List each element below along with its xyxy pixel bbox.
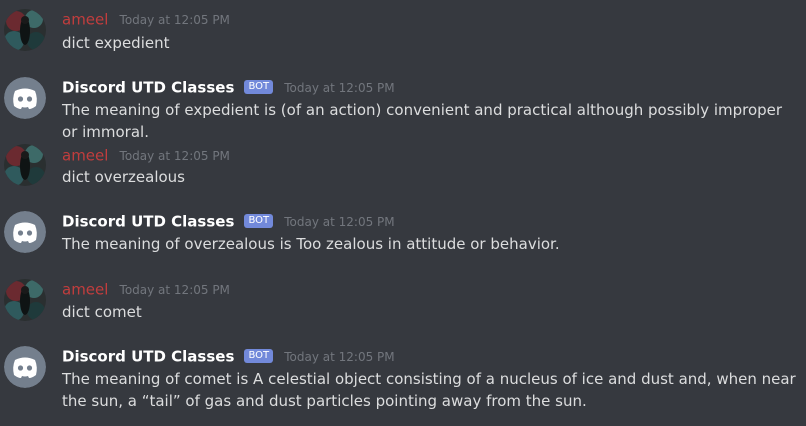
author-name[interactable]: Discord UTD Classes bbox=[62, 348, 234, 366]
chat-messages: ameel Today at 12:05 PM dict expedient D… bbox=[0, 0, 806, 426]
bot-avatar[interactable] bbox=[4, 77, 46, 119]
author-name[interactable]: Discord UTD Classes bbox=[62, 213, 234, 231]
bot-badge: BOT bbox=[244, 348, 274, 363]
user-avatar[interactable] bbox=[4, 144, 46, 186]
author-name[interactable]: ameel bbox=[62, 147, 108, 165]
timestamp: Today at 12:05 PM bbox=[284, 80, 395, 95]
discord-logo-icon bbox=[4, 77, 46, 119]
author-name[interactable]: Discord UTD Classes bbox=[62, 79, 234, 97]
user-avatar-image bbox=[4, 279, 46, 321]
message-header: ameel Today at 12:05 PM bbox=[62, 9, 230, 29]
message-content: dict comet bbox=[62, 303, 142, 321]
timestamp: Today at 12:05 PM bbox=[119, 148, 230, 163]
message-header: Discord UTD Classes BOT Today at 12:05 P… bbox=[62, 346, 395, 366]
user-avatar-image bbox=[4, 9, 46, 51]
bot-badge: BOT bbox=[244, 213, 274, 228]
timestamp: Today at 12:05 PM bbox=[119, 12, 230, 27]
message-content: The meaning of expedient is (of an actio… bbox=[62, 101, 783, 141]
user-avatar[interactable] bbox=[4, 279, 46, 321]
timestamp: Today at 12:05 PM bbox=[284, 349, 395, 364]
message-header: ameel Today at 12:05 PM bbox=[62, 279, 230, 299]
author-name[interactable]: ameel bbox=[62, 11, 108, 29]
message-header: ameel Today at 12:05 PM bbox=[62, 145, 230, 165]
discord-logo-icon bbox=[4, 346, 46, 388]
message-header: Discord UTD Classes BOT Today at 12:05 P… bbox=[62, 211, 395, 231]
message-header: Discord UTD Classes BOT Today at 12:05 P… bbox=[62, 77, 395, 97]
timestamp: Today at 12:05 PM bbox=[284, 214, 395, 229]
author-name[interactable]: ameel bbox=[62, 281, 108, 299]
message-content: dict overzealous bbox=[62, 168, 185, 186]
discord-logo-icon bbox=[4, 211, 46, 253]
timestamp: Today at 12:05 PM bbox=[119, 282, 230, 297]
message-content: The meaning of overzealous is Too zealou… bbox=[62, 235, 560, 253]
bot-avatar[interactable] bbox=[4, 346, 46, 388]
message-content: dict expedient bbox=[62, 34, 170, 52]
bot-badge: BOT bbox=[244, 79, 274, 94]
user-avatar[interactable] bbox=[4, 9, 46, 51]
bot-avatar[interactable] bbox=[4, 211, 46, 253]
message-content: The meaning of comet is A celestial obje… bbox=[62, 370, 796, 410]
user-avatar-image bbox=[4, 144, 46, 186]
